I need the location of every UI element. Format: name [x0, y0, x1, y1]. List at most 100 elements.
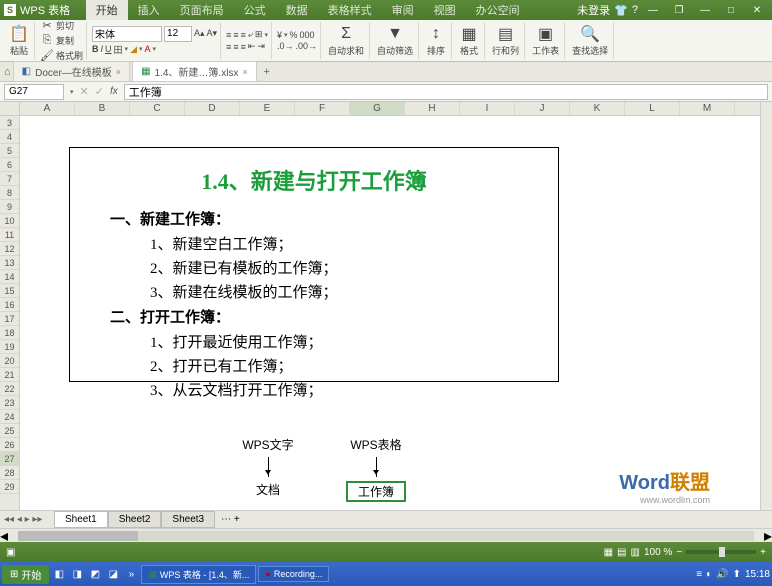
- zoom-in-button[interactable]: +: [760, 547, 766, 558]
- align-bot-button[interactable]: ≡: [241, 30, 246, 40]
- col-header[interactable]: H: [405, 102, 460, 115]
- fx-cancel-icon[interactable]: ✕: [80, 85, 89, 98]
- doctab-home-icon[interactable]: ⌂: [4, 66, 11, 78]
- bold-button[interactable]: B: [92, 44, 99, 54]
- title-dropdown-icon[interactable]: ▾: [70, 6, 74, 14]
- select-all-corner[interactable]: [0, 102, 20, 116]
- increase-font-button[interactable]: A▴: [194, 28, 205, 39]
- tab-home[interactable]: 开始: [86, 0, 128, 20]
- row-header[interactable]: 13: [0, 256, 19, 270]
- row-header[interactable]: 12: [0, 242, 19, 256]
- col-header[interactable]: F: [295, 102, 350, 115]
- row-header[interactable]: 9: [0, 200, 19, 214]
- col-header[interactable]: B: [75, 102, 130, 115]
- row-header[interactable]: 15: [0, 284, 19, 298]
- tab-data[interactable]: 数据: [276, 0, 318, 20]
- font-color-button[interactable]: A▾: [145, 44, 157, 54]
- row-header[interactable]: 23: [0, 396, 19, 410]
- row-header[interactable]: 6: [0, 158, 19, 172]
- paste-button[interactable]: 📋 粘贴: [7, 23, 31, 58]
- currency-button[interactable]: ¥▾: [277, 30, 288, 40]
- login-status[interactable]: 未登录: [577, 2, 610, 18]
- sheet-tab[interactable]: Sheet3: [161, 511, 215, 528]
- row-header[interactable]: 28: [0, 466, 19, 480]
- horizontal-scrollbar[interactable]: ◂▸: [0, 528, 772, 542]
- tray-icon[interactable]: ◐: [706, 569, 712, 580]
- font-name-input[interactable]: [92, 26, 162, 42]
- doctab-workbook[interactable]: ▦ 1.4、新建…簿.xlsx ×: [132, 61, 257, 82]
- row-header[interactable]: 14: [0, 270, 19, 284]
- col-header[interactable]: M: [680, 102, 735, 115]
- col-header[interactable]: D: [185, 102, 240, 115]
- indent-dec-button[interactable]: ⇤: [248, 41, 256, 52]
- close-tab-icon[interactable]: ×: [242, 67, 247, 77]
- col-header[interactable]: C: [130, 102, 185, 115]
- close-button[interactable]: ✕: [746, 3, 768, 17]
- col-header[interactable]: J: [515, 102, 570, 115]
- start-button[interactable]: ⊞ 开始: [2, 565, 49, 584]
- underline-button[interactable]: U: [105, 44, 112, 54]
- minimize2-button[interactable]: —: [694, 3, 716, 17]
- sheet-nav[interactable]: ◂◂ ◂ ▸ ▸▸: [4, 514, 54, 525]
- tab-tablestyle[interactable]: 表格样式: [318, 0, 382, 20]
- comma-button[interactable]: 000: [300, 30, 315, 40]
- name-box[interactable]: G27: [4, 84, 64, 100]
- cell-grid[interactable]: 1.4、新建与打开工作簿 一、新建工作簿： 1、新建空白工作簿； 2、新建已有模…: [20, 116, 760, 510]
- row-header[interactable]: 27: [0, 452, 19, 466]
- col-header[interactable]: A: [20, 102, 75, 115]
- tab-pagelayout[interactable]: 页面布局: [170, 0, 234, 20]
- vertical-scrollbar[interactable]: [760, 102, 772, 510]
- border-button[interactable]: 田▾: [114, 43, 129, 56]
- tab-formula[interactable]: 公式: [234, 0, 276, 20]
- dec-inc-button[interactable]: .0→: [277, 41, 294, 51]
- minimize-button[interactable]: —: [642, 3, 664, 17]
- row-header[interactable]: 20: [0, 354, 19, 368]
- tray-icon[interactable]: 🔊: [716, 569, 728, 580]
- align-center-button[interactable]: ≡: [233, 42, 238, 52]
- row-header[interactable]: 10: [0, 214, 19, 228]
- row-header[interactable]: 22: [0, 382, 19, 396]
- doctab-templates[interactable]: ◧ Docer—在线模板 ×: [13, 61, 130, 82]
- zoom-level[interactable]: 100 %: [644, 547, 672, 558]
- col-header[interactable]: G: [350, 102, 405, 115]
- row-header[interactable]: 7: [0, 172, 19, 186]
- restore-button[interactable]: ❐: [668, 3, 690, 17]
- row-header[interactable]: 8: [0, 186, 19, 200]
- fill-color-button[interactable]: ◢▾: [130, 44, 142, 55]
- rowcol-button[interactable]: ▤行和列: [490, 23, 521, 58]
- tab-view[interactable]: 视图: [424, 0, 466, 20]
- view-normal-icon[interactable]: ▦: [604, 547, 613, 558]
- row-header[interactable]: 26: [0, 438, 19, 452]
- row-header[interactable]: 18: [0, 326, 19, 340]
- tab-insert[interactable]: 插入: [128, 0, 170, 20]
- autosum-button[interactable]: Σ自动求和: [326, 23, 366, 58]
- tab-office[interactable]: 办公空间: [466, 0, 530, 20]
- col-header[interactable]: E: [240, 102, 295, 115]
- align-top-button[interactable]: ≡: [226, 30, 231, 40]
- font-size-input[interactable]: [164, 26, 192, 42]
- sheet-tab[interactable]: Sheet2: [108, 511, 162, 528]
- tray-icon[interactable]: ≡: [696, 569, 702, 580]
- zoom-slider[interactable]: [686, 550, 756, 554]
- copy-button[interactable]: ⎘复制: [40, 34, 74, 48]
- sheet-tab[interactable]: Sheet1: [54, 511, 108, 528]
- add-tab-button[interactable]: +: [259, 65, 275, 79]
- row-header[interactable]: 11: [0, 228, 19, 242]
- row-header[interactable]: 5: [0, 144, 19, 158]
- italic-button[interactable]: I: [101, 44, 104, 54]
- percent-button[interactable]: %: [290, 30, 298, 40]
- col-header[interactable]: L: [625, 102, 680, 115]
- decrease-font-button[interactable]: A▾: [207, 28, 218, 39]
- zoom-out-button[interactable]: −: [676, 547, 682, 558]
- wrap-button[interactable]: ⤶: [248, 29, 253, 40]
- fx-icon[interactable]: fx: [110, 86, 118, 97]
- dec-dec-button[interactable]: .00→: [296, 41, 318, 51]
- row-header[interactable]: 3: [0, 116, 19, 130]
- view-page-icon[interactable]: ▤: [617, 547, 626, 558]
- skin-icon[interactable]: 👕: [614, 4, 628, 17]
- fx-confirm-icon[interactable]: ✓: [95, 85, 104, 98]
- row-header[interactable]: 4: [0, 130, 19, 144]
- autofilter-button[interactable]: ▼自动筛选: [375, 23, 415, 58]
- formula-input[interactable]: 工作簿: [124, 84, 768, 100]
- taskbar-item-wps[interactable]: ▦ WPS 表格 - [1.4、新...: [141, 565, 256, 584]
